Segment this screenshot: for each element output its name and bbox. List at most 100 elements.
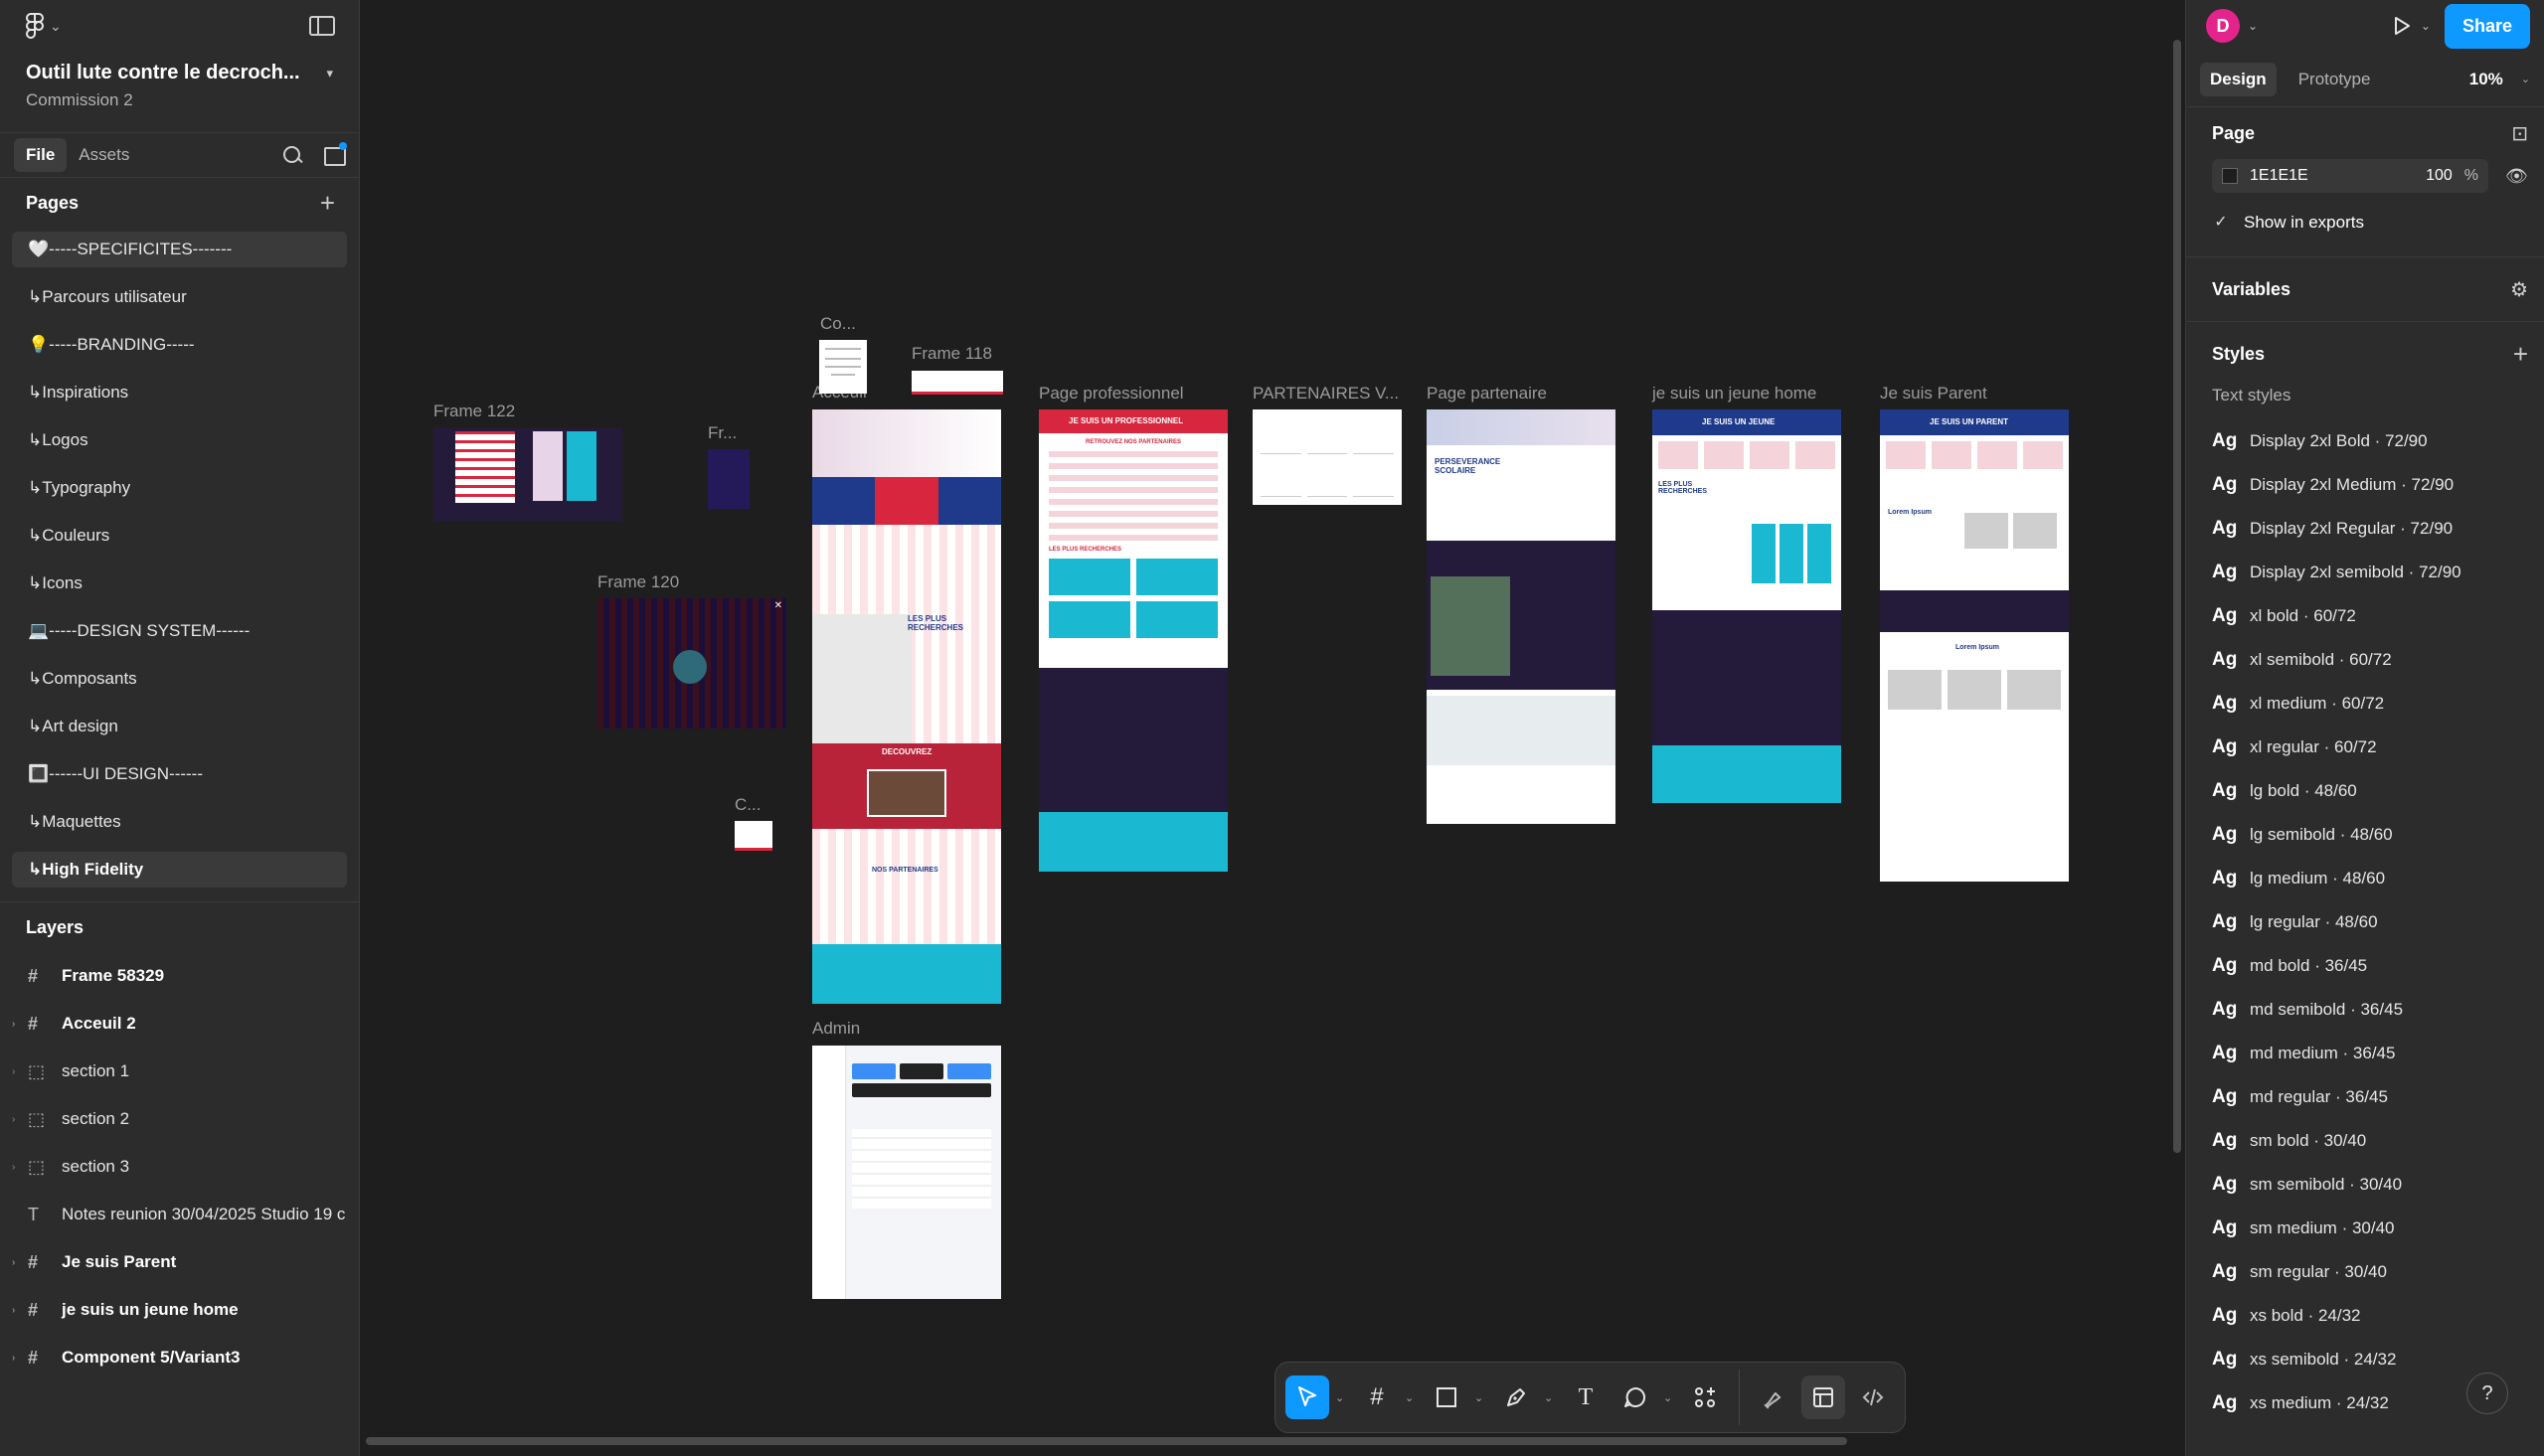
shape-tool-button[interactable] bbox=[1425, 1375, 1468, 1419]
frame-label[interactable]: je suis un jeune home bbox=[1652, 384, 1816, 404]
frame-parent-thumbnail[interactable]: JE SUIS UN PARENT Lorem Ipsum Lorem Ipsu… bbox=[1880, 409, 2069, 882]
zoom-level[interactable]: 10% bbox=[2469, 70, 2503, 89]
layer-item[interactable]: › # Acceuil 2 bbox=[0, 1000, 359, 1048]
horizontal-scrollbar[interactable] bbox=[366, 1437, 1847, 1445]
text-tool-button[interactable]: T bbox=[1564, 1375, 1608, 1419]
frame-label[interactable]: Frame 122 bbox=[433, 402, 515, 421]
share-button[interactable]: Share bbox=[2444, 3, 2530, 49]
chevron-down-icon[interactable]: ⌄ bbox=[2421, 19, 2431, 33]
page-item[interactable]: ↳Inspirations bbox=[12, 369, 347, 416]
text-style-item[interactable]: Ag xl bold · 60/72 bbox=[2186, 594, 2544, 638]
text-style-item[interactable]: Ag lg medium · 48/60 bbox=[2186, 857, 2544, 900]
frame-label[interactable]: PARTENAIRES V... bbox=[1253, 384, 1399, 404]
page-item[interactable]: ↳Logos bbox=[12, 416, 347, 464]
sidebar-toggle-icon[interactable] bbox=[309, 16, 335, 36]
present-play-icon[interactable] bbox=[2391, 15, 2413, 37]
checkmark-icon[interactable]: ✓ bbox=[2212, 214, 2230, 232]
text-style-item[interactable]: Ag xl semibold · 60/72 bbox=[2186, 638, 2544, 682]
layer-item[interactable]: › # Je suis Parent bbox=[0, 1238, 359, 1286]
frame-label[interactable]: Frame 120 bbox=[597, 572, 679, 592]
page-settings-icon[interactable]: ⊡ bbox=[2511, 121, 2528, 146]
text-style-item[interactable]: Ag xs bold · 24/32 bbox=[2186, 1294, 2544, 1338]
text-style-item[interactable]: Ag xl regular · 60/72 bbox=[2186, 726, 2544, 769]
dev-mode-button[interactable] bbox=[1851, 1375, 1895, 1419]
tab-file[interactable]: File bbox=[14, 138, 68, 172]
layer-item[interactable]: › # Component 5/Variant3 bbox=[0, 1334, 359, 1381]
page-item[interactable]: ↳Typography bbox=[12, 464, 347, 512]
page-color-field[interactable]: 1E1E1E 100 % bbox=[2212, 159, 2488, 193]
color-hex[interactable]: 1E1E1E bbox=[2250, 167, 2426, 185]
text-style-item[interactable]: Ag xl medium · 60/72 bbox=[2186, 682, 2544, 726]
tab-assets[interactable]: Assets bbox=[67, 138, 141, 172]
chevron-down-icon[interactable]: ⌄ bbox=[2248, 19, 2258, 33]
opacity-value[interactable]: 100 bbox=[2426, 167, 2453, 185]
tab-prototype[interactable]: Prototype bbox=[2289, 63, 2381, 96]
text-style-item[interactable]: Ag sm semibold · 30/40 bbox=[2186, 1163, 2544, 1207]
layer-item[interactable]: # Frame 58329 bbox=[0, 952, 359, 1000]
page-item[interactable]: ↳Composants bbox=[12, 655, 347, 703]
text-style-item[interactable]: Ag lg bold · 48/60 bbox=[2186, 769, 2544, 813]
search-icon[interactable] bbox=[281, 144, 303, 166]
page-item[interactable]: ↳Maquettes bbox=[12, 798, 347, 846]
chevron-down-icon[interactable]: ⌄ bbox=[1335, 1391, 1349, 1404]
chevron-down-icon[interactable]: ⌄ bbox=[1663, 1391, 1677, 1404]
help-button[interactable]: ? bbox=[2466, 1373, 2508, 1414]
add-page-icon[interactable]: + bbox=[320, 190, 335, 216]
pen-tool-button[interactable] bbox=[1494, 1375, 1538, 1419]
page-item[interactable]: 💻-----DESIGN SYSTEM------ bbox=[12, 607, 347, 655]
layer-item[interactable]: T Notes reunion 30/04/2025 Studio 19 c bbox=[0, 1191, 359, 1238]
text-style-item[interactable]: Ag md bold · 36/45 bbox=[2186, 944, 2544, 988]
move-tool-button[interactable] bbox=[1285, 1375, 1329, 1419]
add-style-icon[interactable]: + bbox=[2513, 341, 2528, 367]
layer-item[interactable]: › ⬚ section 2 bbox=[0, 1095, 359, 1143]
frame-page-partenaire-thumbnail[interactable]: PERSEVERANCE SCOLAIRE bbox=[1427, 409, 1615, 824]
file-title-row[interactable]: Outil lute contre le decroch... ▾ bbox=[0, 52, 359, 84]
text-style-item[interactable]: Ag Display 2xl semibold · 72/90 bbox=[2186, 551, 2544, 594]
text-style-item[interactable]: Ag sm regular · 30/40 bbox=[2186, 1250, 2544, 1294]
vertical-scrollbar[interactable] bbox=[2173, 40, 2181, 1153]
frame-fr-thumbnail[interactable] bbox=[708, 449, 750, 509]
library-icon[interactable] bbox=[323, 142, 347, 166]
caret-right-icon[interactable]: › bbox=[12, 1066, 28, 1077]
frame-label[interactable]: Page partenaire bbox=[1427, 384, 1547, 404]
caret-right-icon[interactable]: › bbox=[12, 1019, 28, 1030]
tab-design[interactable]: Design bbox=[2200, 62, 2277, 96]
frame-c-thumbnail[interactable] bbox=[735, 821, 772, 851]
draw-mode-button[interactable] bbox=[1752, 1375, 1795, 1419]
frame-admin-thumbnail[interactable] bbox=[812, 1046, 1001, 1299]
frame-acceuil-thumbnail[interactable]: LES PLUS RECHERCHES DECOUVREZ NOS PARTEN… bbox=[812, 409, 1001, 1004]
eye-icon[interactable]: 👁 bbox=[2488, 166, 2528, 187]
frame-120-thumbnail[interactable]: ✕ bbox=[597, 598, 786, 728]
page-item[interactable]: ↳Icons bbox=[12, 560, 347, 607]
chevron-down-icon[interactable]: ⌄ bbox=[2521, 73, 2530, 85]
chevron-down-icon[interactable]: ⌄ bbox=[1474, 1391, 1488, 1404]
comment-tool-button[interactable] bbox=[1613, 1375, 1657, 1419]
page-item[interactable]: 💡-----BRANDING----- bbox=[12, 321, 347, 369]
main-menu-button[interactable]: ⌄ bbox=[26, 13, 62, 39]
frame-label[interactable]: Page professionnel bbox=[1039, 384, 1184, 404]
text-style-item[interactable]: Ag lg semibold · 48/60 bbox=[2186, 813, 2544, 857]
frame-label[interactable]: Admin bbox=[812, 1019, 860, 1039]
frame-label[interactable]: Je suis Parent bbox=[1880, 384, 1987, 404]
avatar[interactable]: D bbox=[2206, 9, 2240, 43]
frame-118-thumbnail[interactable] bbox=[912, 371, 1003, 395]
show-in-exports-row[interactable]: ✓ Show in exports bbox=[2212, 203, 2528, 243]
caret-right-icon[interactable]: › bbox=[12, 1257, 28, 1268]
page-item[interactable]: ↳Parcours utilisateur bbox=[12, 273, 347, 321]
page-item[interactable]: ↳Couleurs bbox=[12, 512, 347, 560]
page-item[interactable]: 🔳------UI DESIGN------ bbox=[12, 750, 347, 798]
text-style-item[interactable]: Ag sm bold · 30/40 bbox=[2186, 1119, 2544, 1163]
color-swatch[interactable] bbox=[2222, 168, 2238, 184]
layer-item[interactable]: › ⬚ section 3 bbox=[0, 1143, 359, 1191]
frame-tool-button[interactable]: # bbox=[1355, 1375, 1399, 1419]
frame-122-thumbnail[interactable] bbox=[433, 427, 622, 522]
frame-jeune-thumbnail[interactable]: JE SUIS UN JEUNE LES PLUS RECHERCHES bbox=[1652, 409, 1841, 803]
actions-tool-button[interactable] bbox=[1683, 1375, 1727, 1419]
caret-right-icon[interactable]: › bbox=[12, 1305, 28, 1316]
caret-right-icon[interactable]: › bbox=[12, 1114, 28, 1125]
layer-item[interactable]: › ⬚ section 1 bbox=[0, 1048, 359, 1095]
frame-label[interactable]: C... bbox=[735, 795, 761, 815]
text-style-item[interactable]: Ag lg regular · 48/60 bbox=[2186, 900, 2544, 944]
text-style-item[interactable]: Ag Display 2xl Medium · 72/90 bbox=[2186, 463, 2544, 507]
text-style-item[interactable]: Ag md regular · 36/45 bbox=[2186, 1075, 2544, 1119]
